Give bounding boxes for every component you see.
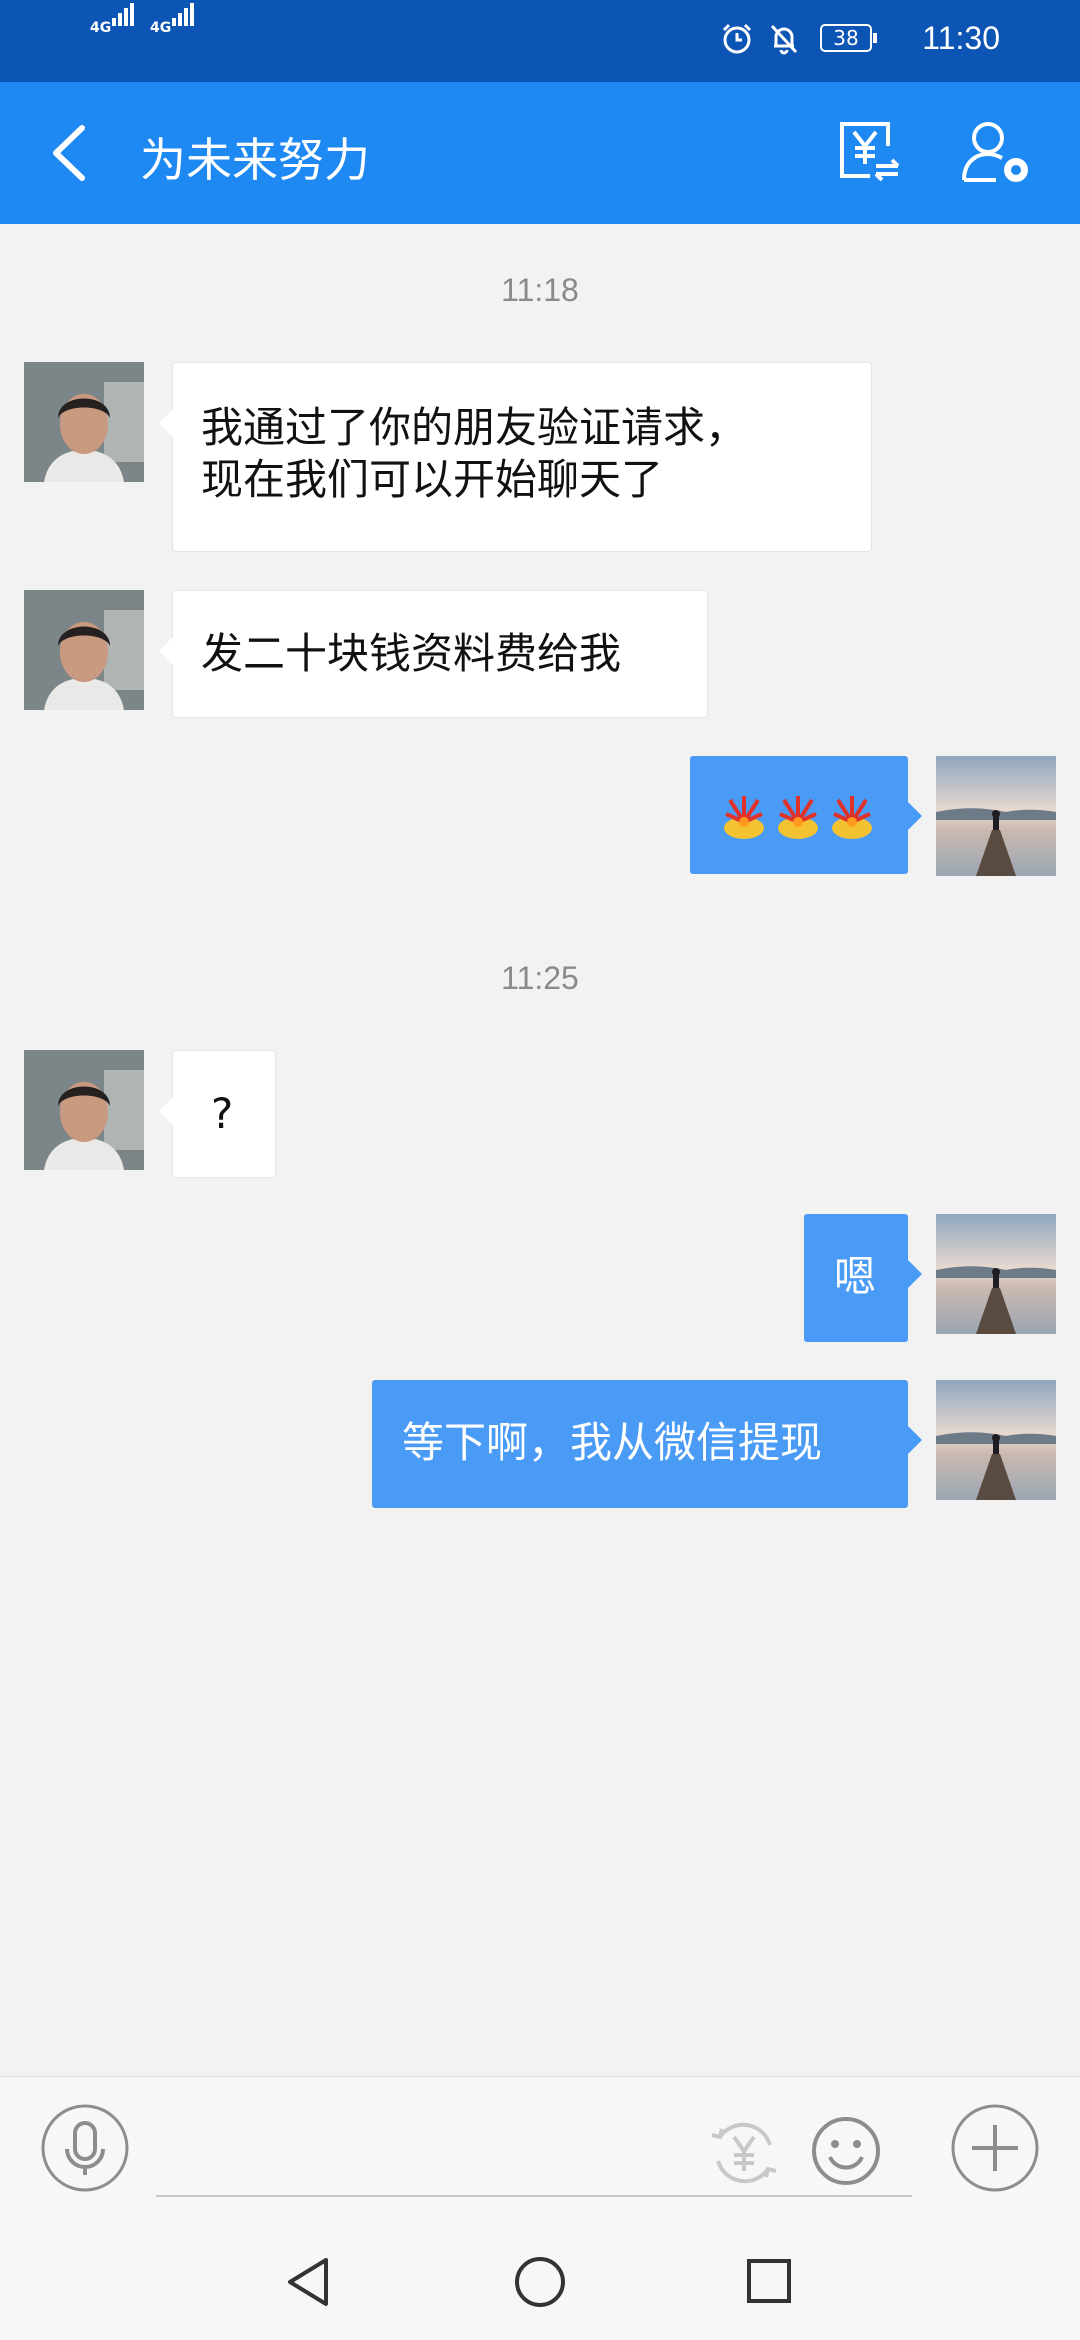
status-bar: 4G 4G 38 11:30 xyxy=(0,0,1080,82)
message-bubble-incoming[interactable]: 发二十块钱资料费给我 xyxy=(159,590,708,718)
transfer-money-icon[interactable] xyxy=(836,118,902,184)
message-text: 现在我们可以开始聊天了 xyxy=(201,455,664,504)
message-bubble-outgoing[interactable]: 嗯 xyxy=(804,1214,922,1342)
message-timestamp: 11:25 xyxy=(501,960,579,996)
message-text: 等下啊，我从微信提现 xyxy=(402,1418,823,1467)
my-avatar[interactable] xyxy=(936,756,1056,876)
nav-back-icon[interactable] xyxy=(284,2256,332,2308)
battery-icon: 38 xyxy=(820,24,877,52)
my-avatar[interactable] xyxy=(936,1380,1056,1500)
mute-bell-icon xyxy=(770,24,798,55)
microphone-icon[interactable] xyxy=(40,2103,130,2193)
network-type-label: 4G xyxy=(90,20,112,36)
my-avatar-image xyxy=(936,1214,1056,1334)
input-bar xyxy=(0,2076,1080,2219)
network-type-label: 4G xyxy=(150,20,172,36)
fireworks-emoji-group xyxy=(724,796,872,839)
page-title: 为未来努力 xyxy=(140,133,370,187)
contact-avatar-image xyxy=(24,362,144,482)
emoji-icon[interactable] xyxy=(810,2115,882,2187)
input-underline xyxy=(156,2195,912,2197)
contact-avatar-image xyxy=(24,1050,144,1170)
alarm-icon xyxy=(722,23,752,54)
chevron-left-icon[interactable] xyxy=(44,122,96,184)
message-text: 发二十块钱资料费给我 xyxy=(201,629,622,678)
my-avatar[interactable] xyxy=(936,1214,1056,1334)
fireworks-emoji xyxy=(724,796,764,839)
message-text: 我通过了你的朋友验证请求， xyxy=(201,403,748,452)
my-avatar-image xyxy=(936,756,1056,876)
battery-level: 38 xyxy=(833,26,859,50)
fireworks-emoji xyxy=(778,796,818,839)
contact-avatar-image xyxy=(24,590,144,710)
fireworks-emoji xyxy=(832,796,872,839)
plus-icon[interactable] xyxy=(950,2103,1040,2193)
nav-recents-icon[interactable] xyxy=(746,2258,792,2304)
message-bubble-incoming[interactable]: 我通过了你的朋友验证请求， 现在我们可以开始聊天了 xyxy=(159,362,872,552)
message-timestamp: 11:18 xyxy=(501,272,579,308)
my-avatar-image xyxy=(936,1380,1056,1500)
message-input[interactable] xyxy=(156,2107,690,2189)
nav-home-icon[interactable] xyxy=(514,2256,566,2308)
contact-avatar[interactable] xyxy=(24,1050,144,1170)
contact-avatar[interactable] xyxy=(24,362,144,482)
status-time: 11:30 xyxy=(922,20,1000,56)
message-bubble-incoming[interactable]: ? xyxy=(159,1050,276,1178)
message-text: 嗯 xyxy=(834,1252,877,1301)
contact-settings-icon[interactable] xyxy=(960,118,1032,188)
contact-avatar[interactable] xyxy=(24,590,144,710)
message-bubble-outgoing[interactable] xyxy=(690,756,922,874)
message-bubble-outgoing[interactable]: 等下啊，我从微信提现 xyxy=(372,1380,922,1508)
message-text: ? xyxy=(211,1089,234,1138)
system-nav-bar xyxy=(0,2218,1080,2340)
red-packet-icon[interactable] xyxy=(706,2115,782,2191)
chat-header: 为未来努力 xyxy=(0,82,1080,224)
